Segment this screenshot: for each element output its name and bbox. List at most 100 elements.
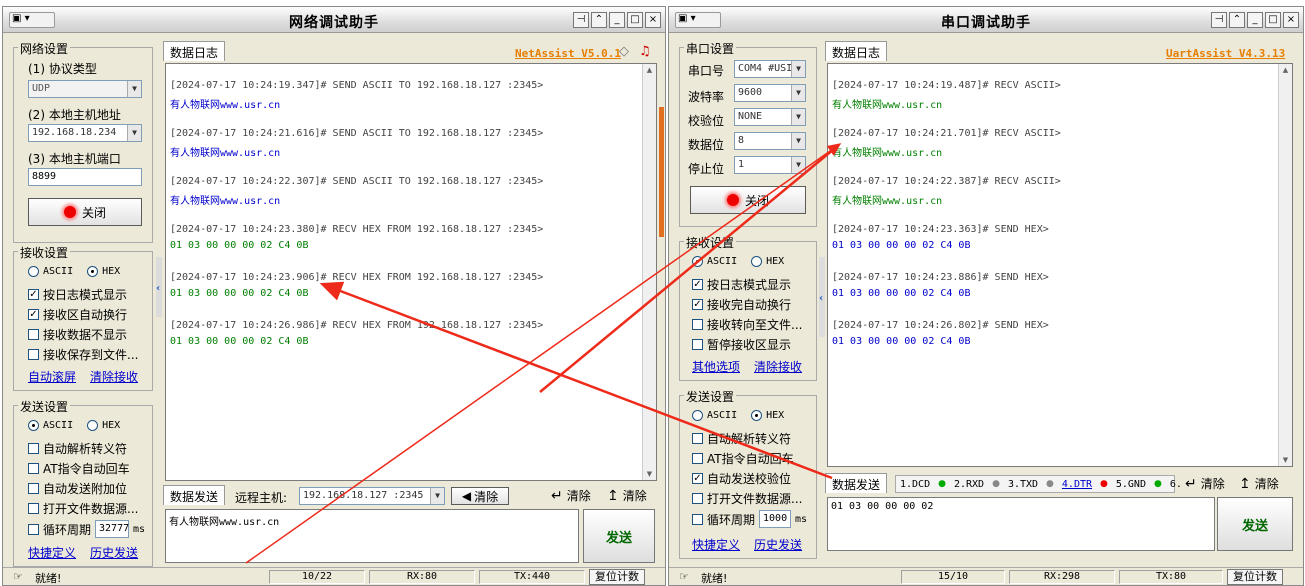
- tab-log[interactable]: 数据日志: [163, 41, 226, 61]
- tab-send[interactable]: 数据发送: [825, 473, 888, 493]
- clear-remote-button[interactable]: ◀ 清除: [451, 487, 509, 505]
- data-bits-select[interactable]: 8 ▼: [734, 132, 806, 150]
- send-button[interactable]: 发送: [1217, 497, 1293, 551]
- brand-link[interactable]: NetAssist V5.0.1: [515, 47, 621, 60]
- port-input[interactable]: 8899: [28, 168, 142, 186]
- append-bits-checkbox[interactable]: [28, 483, 39, 494]
- clear-label: 清除: [474, 489, 499, 504]
- reset-count-button[interactable]: 复位计数: [1227, 569, 1283, 585]
- maximize-button[interactable]: □: [627, 12, 643, 28]
- pin-icon[interactable]: ⊣: [1211, 12, 1227, 28]
- log-mode-checkbox[interactable]: ✓: [692, 279, 703, 290]
- net-log-area[interactable]: [2024-07-17 10:24:19.347]# SEND ASCII TO…: [165, 63, 657, 481]
- send-input[interactable]: 01 03 00 00 00 02: [827, 497, 1215, 551]
- collapse-icon[interactable]: ⌃: [591, 12, 607, 28]
- file-source-checkbox[interactable]: [692, 493, 703, 504]
- save-to-file-checkbox[interactable]: [28, 349, 39, 360]
- remote-host-select[interactable]: 192.168.18.127 :2345 ▼: [299, 487, 445, 505]
- brand-link[interactable]: UartAssist V4.3.13: [1166, 47, 1285, 60]
- cycle-checkbox[interactable]: [28, 523, 39, 535]
- panel-splitter[interactable]: ‹: [156, 257, 162, 317]
- send-input[interactable]: 有人物联网www.usr.cn: [165, 509, 579, 563]
- reset-count-button[interactable]: 复位计数: [589, 569, 645, 585]
- shortcut-link[interactable]: 快捷定义: [28, 544, 76, 561]
- send-button[interactable]: 发送: [583, 509, 655, 563]
- clear-all-control[interactable]: ↥ 清除: [607, 487, 647, 504]
- cycle-input[interactable]: 1000: [759, 510, 792, 528]
- hex-radio[interactable]: [87, 266, 99, 277]
- hide-data-checkbox[interactable]: [28, 329, 39, 340]
- ascii-radio[interactable]: [692, 410, 703, 421]
- parity-select[interactable]: NONE ▼: [734, 108, 806, 126]
- option-label: 暂停接收区显示: [707, 338, 792, 352]
- port-select[interactable]: COM4 #USI ▼: [734, 60, 806, 78]
- clear-send-control[interactable]: ↵ 清除: [551, 487, 591, 504]
- hex-radio[interactable]: [87, 420, 99, 431]
- auto-wrap-checkbox[interactable]: ✓: [692, 299, 703, 310]
- uart-log-area[interactable]: [2024-07-17 10:24:19.487]# RECV ASCII> 有人…: [827, 63, 1293, 467]
- hex-radio[interactable]: [751, 256, 763, 267]
- tab-send[interactable]: 数据发送: [163, 485, 226, 505]
- collapse-icon[interactable]: ⌃: [1229, 12, 1245, 28]
- ascii-radio[interactable]: [28, 420, 39, 431]
- hex-radio[interactable]: [751, 410, 763, 421]
- host-select[interactable]: 192.168.18.234 ▼: [28, 124, 142, 142]
- close-port-button[interactable]: 关闭: [690, 186, 806, 214]
- history-link[interactable]: 历史发送: [754, 536, 802, 553]
- network-settings-group: 网络设置 (1) 协议类型 UDP ▼ (2) 本地主机地址 192.168.1…: [13, 40, 153, 243]
- scroll-up-icon[interactable]: ▲: [1279, 66, 1292, 74]
- clear-receive-link[interactable]: 清除接收: [754, 358, 802, 375]
- other-options-link[interactable]: 其他选项: [692, 358, 740, 375]
- escape-parse-checkbox[interactable]: [692, 433, 703, 444]
- close-button[interactable]: ×: [1283, 12, 1299, 28]
- clear-receive-link[interactable]: 清除接收: [90, 368, 138, 385]
- clear-send-control[interactable]: ↵ 清除: [1185, 475, 1225, 492]
- stop-bits-select[interactable]: 1 ▼: [734, 156, 806, 174]
- log-entry-header: [2024-07-17 10:24:23.363]# SEND HEX>: [832, 224, 1049, 235]
- redirect-file-checkbox[interactable]: [692, 319, 703, 330]
- bell-icon[interactable]: ♫: [639, 44, 651, 59]
- diamond-icon[interactable]: ◇: [619, 44, 629, 59]
- cycle-input[interactable]: 32777: [95, 520, 129, 538]
- group-title: 发送设置: [18, 398, 71, 415]
- host-value: 192.168.18.234: [32, 127, 117, 138]
- log-mode-checkbox[interactable]: ✓: [28, 289, 39, 300]
- txd-led-icon: ●: [1046, 479, 1054, 489]
- scroll-up-icon[interactable]: ▲: [643, 66, 656, 74]
- close-connection-button[interactable]: 关闭: [28, 198, 142, 226]
- ascii-radio[interactable]: [692, 256, 703, 267]
- pause-display-checkbox[interactable]: [692, 339, 703, 350]
- ascii-label: ASCII: [43, 266, 74, 277]
- clear-all-control[interactable]: ↥ 清除: [1239, 475, 1279, 492]
- file-source-checkbox[interactable]: [28, 503, 39, 514]
- log-entry-body: 01 03 00 00 00 02 C4 0B: [170, 240, 309, 251]
- baud-select[interactable]: 9600 ▼: [734, 84, 806, 102]
- maximize-button[interactable]: □: [1265, 12, 1281, 28]
- log-entry-body: 01 03 00 00 00 02 C4 0B: [832, 336, 971, 347]
- data-bits-value: 8: [738, 135, 745, 146]
- auto-scroll-link[interactable]: 自动滚屏: [28, 368, 76, 385]
- hex-label: HEX: [102, 420, 121, 431]
- at-auto-return-checkbox[interactable]: [28, 463, 39, 474]
- minimize-button[interactable]: _: [609, 12, 625, 28]
- scroll-down-icon[interactable]: ▼: [643, 470, 656, 478]
- auto-wrap-checkbox[interactable]: ✓: [28, 309, 39, 320]
- log-scrollbar[interactable]: ▲ ▼: [1278, 64, 1292, 466]
- auto-checksum-checkbox[interactable]: ✓: [692, 473, 703, 484]
- panel-splitter[interactable]: ‹: [819, 257, 825, 337]
- pin-icon[interactable]: ⊣: [573, 12, 589, 28]
- log-scrollbar[interactable]: ▲ ▼: [642, 64, 656, 480]
- pin-dtr[interactable]: 4.DTR: [1062, 479, 1092, 490]
- port-value: COM4 #USI: [738, 63, 793, 74]
- minimize-button[interactable]: _: [1247, 12, 1263, 28]
- cycle-checkbox[interactable]: [692, 513, 703, 525]
- at-auto-return-checkbox[interactable]: [692, 453, 703, 464]
- protocol-select[interactable]: UDP ▼: [28, 80, 142, 98]
- history-link[interactable]: 历史发送: [90, 544, 138, 561]
- close-button[interactable]: ×: [645, 12, 661, 28]
- scroll-down-icon[interactable]: ▼: [1279, 456, 1292, 464]
- ascii-radio[interactable]: [28, 266, 39, 277]
- shortcut-link[interactable]: 快捷定义: [692, 536, 740, 553]
- tab-log[interactable]: 数据日志: [825, 41, 888, 61]
- escape-parse-checkbox[interactable]: [28, 443, 39, 454]
